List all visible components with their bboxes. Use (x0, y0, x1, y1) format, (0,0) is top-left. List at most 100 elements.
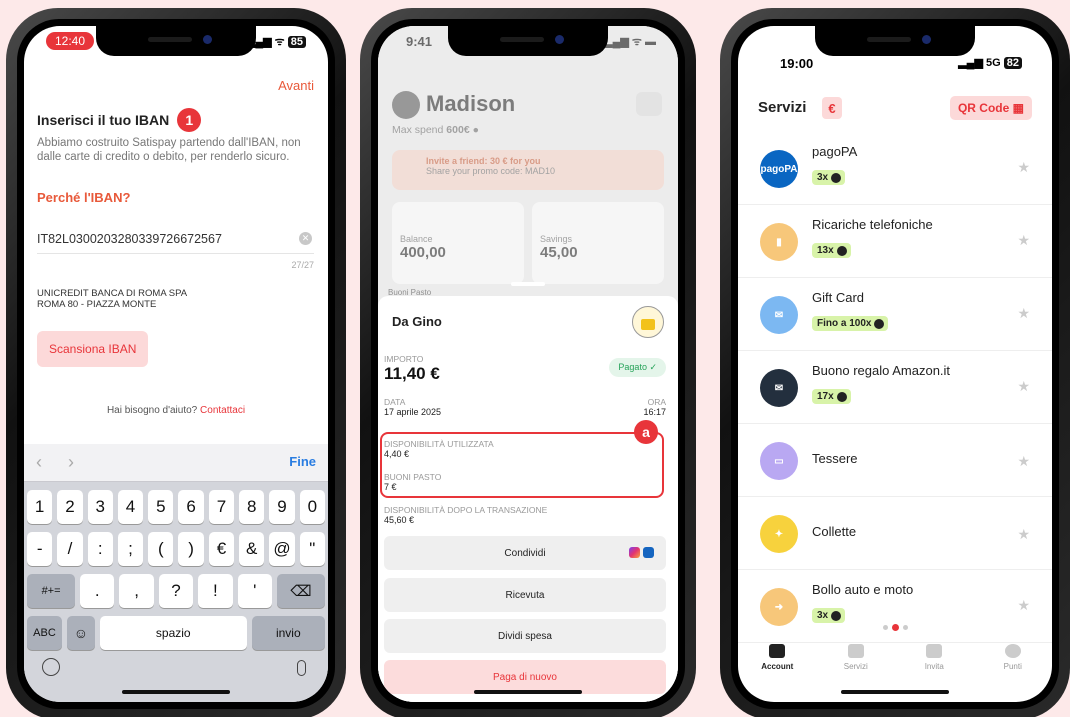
status-icons: ▂▄▆ ᯤ ▬ (604, 36, 656, 48)
service-name: pagoPA (812, 144, 858, 159)
key[interactable]: 0 (299, 490, 325, 524)
star-icon[interactable]: ★ (1017, 159, 1030, 176)
euro-icon[interactable]: € (822, 97, 842, 119)
symbols-key[interactable]: #+= (27, 574, 76, 608)
receipt-button[interactable]: Ricevuta (384, 578, 666, 612)
cashback-badge: 13x (812, 243, 851, 258)
service-item[interactable]: pagoPA pagoPA 3x ★ (738, 132, 1052, 205)
max-spend: Max spend 600€ ● (392, 124, 479, 136)
key[interactable]: 2 (57, 490, 83, 524)
amount-label: IMPORTO (384, 354, 424, 364)
key[interactable]: 6 (178, 490, 204, 524)
next-field-icon[interactable]: › (68, 452, 74, 473)
next-button[interactable]: Avanti (278, 78, 314, 93)
key[interactable]: : (87, 532, 113, 566)
key[interactable]: ? (158, 574, 194, 608)
avatar[interactable] (392, 91, 420, 119)
share-button[interactable]: Condividi (384, 536, 666, 570)
cashback-badge: 3x (812, 608, 846, 623)
transaction-sheet: Da Gino IMPORTO 11,40 € Pagato ✓ DATA 17… (378, 296, 678, 702)
star-icon[interactable]: ★ (1017, 232, 1030, 249)
cashback-value: 3x (817, 610, 829, 621)
key[interactable]: ! (198, 574, 233, 608)
service-name: Gift Card (812, 290, 865, 305)
microphone-icon[interactable] (297, 660, 306, 676)
savings-card[interactable]: Savings 45,00 (532, 202, 664, 284)
key[interactable]: . (80, 574, 115, 608)
time-label: ORA (647, 397, 666, 407)
sheet-handle[interactable] (511, 282, 545, 286)
tab-punti[interactable]: Punti (974, 638, 1053, 688)
clear-icon[interactable]: ✕ (299, 232, 312, 245)
key[interactable]: 3 (87, 490, 113, 524)
remaining-label: DISPONIBILITÀ DOPO LA TRANSAZIONE (384, 505, 548, 515)
service-name: Collette (812, 524, 857, 539)
key[interactable]: 8 (239, 490, 265, 524)
globe-icon[interactable] (42, 658, 60, 676)
star-icon[interactable]: ★ (1017, 305, 1030, 322)
split-bill-button[interactable]: Dividi spesa (384, 619, 666, 653)
pay-again-button[interactable]: Paga di nuovo (384, 660, 666, 694)
menu-icon[interactable] (636, 92, 662, 116)
key[interactable]: " (299, 532, 325, 566)
tab-invita[interactable]: Invita (895, 638, 974, 688)
service-item[interactable]: ➜ Bollo auto e moto 3x ★ (738, 570, 1052, 643)
key[interactable]: @ (269, 532, 295, 566)
cashback-badge: Fino a 100x (812, 316, 889, 331)
savings-value: 45,00 (540, 244, 578, 261)
service-item[interactable]: ✦ Collette ★ (738, 497, 1052, 570)
key[interactable]: 4 (117, 490, 144, 524)
service-item[interactable]: ✉ Buono regalo Amazon.it 17x ★ (738, 351, 1052, 424)
share-label: Condividi (504, 547, 546, 559)
key[interactable]: ( (148, 532, 174, 566)
star-icon[interactable]: ★ (1017, 453, 1030, 470)
key[interactable]: ) (178, 532, 204, 566)
bank-name: UNICREDIT BANCA DI ROMA SPA (37, 288, 188, 299)
step-badge: 1 (177, 108, 202, 132)
key[interactable]: € (208, 532, 235, 566)
balance-card[interactable]: Balance 400,00 (392, 202, 524, 284)
tab-servizi[interactable]: Servizi (817, 638, 896, 688)
key[interactable]: - (27, 532, 53, 566)
tab-account[interactable]: Account (738, 638, 817, 688)
key[interactable]: 7 (208, 490, 235, 524)
service-item[interactable]: ✉ Gift Card Fino a 100x ★ (738, 278, 1052, 351)
backspace-icon[interactable]: ⌫ (276, 574, 326, 608)
contact-link[interactable]: Contattaci (200, 405, 245, 416)
cashback-badge: 17x (812, 389, 851, 404)
abc-key[interactable]: ABC (27, 616, 62, 650)
iban-input[interactable]: IT82L0300203280339726672567 (37, 232, 314, 246)
enter-key[interactable]: invio (251, 616, 325, 650)
star-icon[interactable]: ★ (1017, 526, 1030, 543)
star-icon[interactable]: ★ (1017, 378, 1030, 395)
key[interactable]: 5 (148, 490, 174, 524)
meal-vouchers-label: BUONI PASTO (384, 472, 442, 482)
group-icon: ✦ (760, 515, 798, 553)
emoji-icon[interactable]: ☺ (66, 616, 95, 650)
wallet-icon (769, 644, 786, 658)
invite-banner[interactable]: Invite a friend: 30 € for you Share your… (392, 150, 664, 190)
home-indicator (122, 690, 230, 694)
space-key[interactable]: spazio (99, 616, 247, 650)
status-time: 12:40 (46, 32, 95, 50)
max-spend-value: 600€ (446, 124, 470, 136)
scan-iban-button[interactable]: Scansiona IBAN (37, 331, 149, 367)
key[interactable]: , (119, 574, 154, 608)
key[interactable]: ' (237, 574, 272, 608)
amount-value: 11,40 € (384, 364, 440, 383)
iban-screen: 12:40 ▂▄▆ ᯤ 85 Avanti Inserisci il tuo I… (24, 26, 328, 702)
key[interactable]: ; (117, 532, 144, 566)
done-button[interactable]: Fine (289, 454, 316, 469)
star-icon[interactable]: ★ (1017, 597, 1030, 614)
prev-field-icon[interactable]: ‹ (36, 452, 42, 473)
service-item[interactable]: ▭ Tessere ★ (738, 424, 1052, 497)
why-iban-link[interactable]: Perché l'IBAN? (37, 190, 130, 205)
key[interactable]: / (57, 532, 83, 566)
key[interactable]: & (239, 532, 265, 566)
key[interactable]: 1 (27, 490, 53, 524)
key[interactable]: 9 (269, 490, 295, 524)
points-icon (1004, 644, 1021, 658)
qr-code-button[interactable]: QR Code ▦ (949, 96, 1032, 120)
used-balance-value: 4,40 € (384, 449, 410, 459)
service-item[interactable]: ▮ Ricariche telefoniche 13x ★ (738, 205, 1052, 278)
